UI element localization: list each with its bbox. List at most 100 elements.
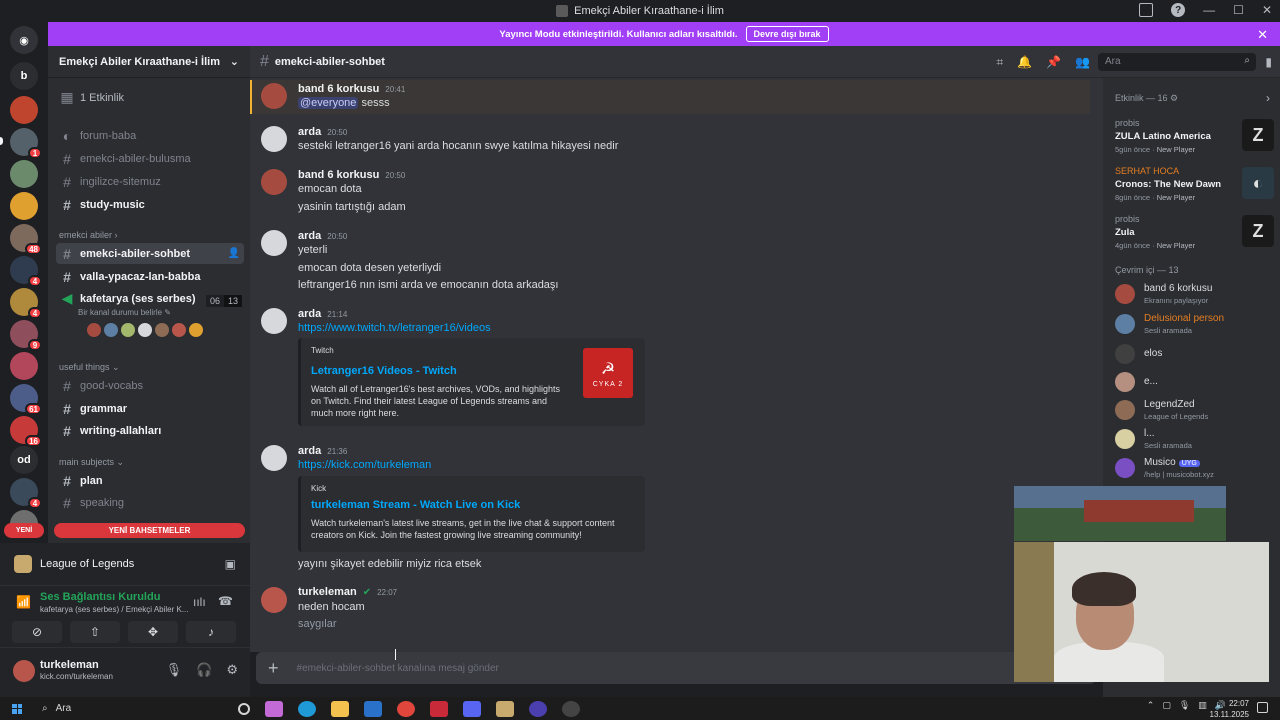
everyone-mention[interactable]: @everyone [298, 97, 359, 109]
screen-share-icon[interactable]: ▣ [225, 557, 236, 571]
activities-button[interactable]: ✥ [128, 621, 178, 643]
inbox-window-icon[interactable] [1139, 3, 1154, 17]
maximize-icon[interactable]: ☐ [1233, 3, 1244, 17]
author-name[interactable]: band 6 korkusu [298, 83, 379, 95]
file-explorer-icon[interactable] [331, 700, 349, 717]
add-member-icon[interactable]: 👤 [228, 248, 240, 259]
message-author[interactable]: arda 21:36 [298, 445, 347, 457]
channel-valla-ypacaz-lan-babba[interactable]: # valla-ypacaz-lan-babba [56, 266, 244, 287]
server-avatar[interactable]: 4 [10, 478, 42, 509]
avatar[interactable] [261, 445, 287, 471]
server-avatar[interactable]: 4 [10, 256, 42, 287]
member-item[interactable]: elos [1115, 342, 1275, 370]
message-author[interactable]: arda 20:50 [298, 126, 347, 138]
channel-writing-allahlari[interactable]: # writing-allahları [56, 420, 244, 441]
category-emekci-abiler[interactable]: emekci abiler › [59, 230, 118, 240]
inbox-icon[interactable]: ▮ [1265, 55, 1272, 69]
server-od[interactable]: od [10, 446, 38, 474]
channel-ingilizce-sitemuz[interactable]: # ingilizce-sitemuz [56, 171, 244, 192]
app-icon[interactable] [529, 700, 547, 717]
server-avatar[interactable]: 61 [10, 384, 42, 415]
server-avatar[interactable] [10, 160, 38, 188]
channel-emekci-abiler-bulusma[interactable]: # emekci-abiler-bulusma [56, 148, 244, 169]
voice-location[interactable]: kafetarya (ses serbes) / Emekçi Abiler K… [40, 605, 189, 614]
avatar[interactable] [261, 83, 287, 109]
server-avatar[interactable] [10, 192, 38, 220]
avatar[interactable] [261, 169, 287, 195]
avatar[interactable] [120, 322, 136, 338]
server-avatar[interactable]: 4 [10, 288, 42, 319]
gear-icon[interactable]: ⚙ [226, 662, 238, 678]
category-useful-things[interactable]: useful things ⌄ [59, 362, 120, 373]
author-name[interactable]: turkeleman [298, 586, 357, 598]
channel-study-music[interactable]: # study-music [56, 194, 244, 215]
help-icon[interactable]: ? [1171, 3, 1186, 17]
screen-share-button[interactable]: ⇧ [70, 621, 120, 643]
headphones-icon[interactable]: 🎧 [196, 662, 212, 678]
avatar[interactable] [188, 322, 204, 338]
chrome-icon[interactable] [397, 700, 415, 717]
username[interactable]: turkeleman [40, 659, 99, 671]
author-name[interactable]: arda [298, 126, 321, 138]
plus-icon[interactable]: + [268, 658, 279, 679]
bell-icon[interactable]: 🔔 [1017, 55, 1032, 70]
embed-title[interactable]: turkeleman Stream - Watch Live on Kick [311, 499, 635, 511]
taskbar-clock[interactable]: 22:07 13.11.2025 [1210, 698, 1249, 720]
channel-forum-baba[interactable]: ◐ forum-baba [56, 125, 244, 146]
channel-grammar[interactable]: # grammar [56, 398, 244, 419]
close-icon[interactable]: ✕ [1257, 27, 1268, 43]
signal-icon[interactable]: 📶 [16, 595, 31, 609]
voice-status[interactable]: Ses Bağlantısı Kuruldu [40, 591, 160, 603]
server-avatar[interactable] [10, 96, 38, 124]
guild-header[interactable]: Emekçi Abiler Kıraathane-i İlim ⌄ [48, 46, 250, 78]
minimize-icon[interactable]: — [1203, 3, 1215, 17]
disable-streamer-mode-button[interactable]: Devre dışı bırak [745, 26, 829, 42]
avatar[interactable] [171, 322, 187, 338]
search-input[interactable]: Ara ⌕ [1098, 53, 1256, 71]
activity-card[interactable]: probis ZULA Latino America 5gün önce · N… [1109, 115, 1276, 159]
message-author[interactable]: band 6 korkusu 20:41 [298, 83, 405, 95]
message-author[interactable]: band 6 korkusu 20:50 [298, 169, 405, 181]
close-window-icon[interactable]: ✕ [1262, 3, 1272, 17]
message-input[interactable]: + #emekci-abiler-sohbet kanalına mesaj g… [256, 652, 1096, 684]
taskbar-search[interactable]: ⌕ Ara [36, 700, 218, 718]
avatar[interactable] [103, 322, 119, 338]
activity-card[interactable]: probis Zula 4gün önce · New Player Z [1109, 211, 1276, 255]
server-avatar[interactable]: 1 [10, 128, 42, 159]
edge-icon[interactable] [298, 700, 316, 717]
server-avatar[interactable] [10, 352, 38, 380]
new-mentions-bar[interactable]: YENİ BAHSETMELER [54, 523, 245, 538]
server-avatar[interactable]: 16 [10, 416, 42, 447]
windows-start-icon[interactable] [12, 703, 22, 714]
member-item[interactable]: Musico UYG /help | musicobot.xyz [1115, 456, 1275, 484]
avatar[interactable] [86, 322, 102, 338]
network-icon[interactable]: ▥ [1198, 700, 1207, 711]
voice-channel-status[interactable]: Bir kanal durumu belirle ✎ [78, 308, 171, 317]
channel-emekci-abiler-sohbet[interactable]: # emekci-abiler-sohbet 👤 [56, 243, 244, 264]
author-name[interactable]: arda [298, 308, 321, 320]
server-avatar[interactable]: 48 [10, 224, 42, 255]
notification-icon[interactable] [1257, 702, 1268, 713]
league-icon[interactable] [496, 700, 514, 717]
server-b[interactable]: b [10, 62, 38, 90]
author-name[interactable]: arda [298, 445, 321, 457]
message-author[interactable]: arda 20:50 [298, 230, 347, 242]
disconnect-icon[interactable]: ☎ [218, 594, 233, 608]
channel-speaking[interactable]: # speaking [56, 492, 244, 513]
member-item[interactable]: Delusional person Sesli aramada [1115, 312, 1275, 340]
author-name[interactable]: band 6 korkusu [298, 169, 379, 181]
tray-app-icon[interactable]: ▢ [1162, 700, 1171, 711]
pin-icon[interactable]: 📌 [1046, 55, 1061, 70]
discord-home-icon[interactable]: ◉ [10, 26, 38, 54]
avatar[interactable] [154, 322, 170, 338]
message-link[interactable]: https://www.twitch.tv/letranger16/videos [298, 322, 491, 334]
soundboard-button[interactable]: ♪ [186, 621, 236, 643]
noise-suppression-icon[interactable]: ıılı [193, 595, 206, 609]
threads-icon[interactable]: ⌗ [996, 55, 1003, 70]
microphone-icon[interactable]: 🎙 [166, 662, 183, 678]
avatar[interactable] [261, 587, 287, 613]
avatar[interactable] [13, 660, 35, 682]
avatar[interactable] [137, 322, 153, 338]
app-icon[interactable] [562, 700, 580, 717]
discord-taskbar-icon[interactable] [463, 700, 481, 717]
